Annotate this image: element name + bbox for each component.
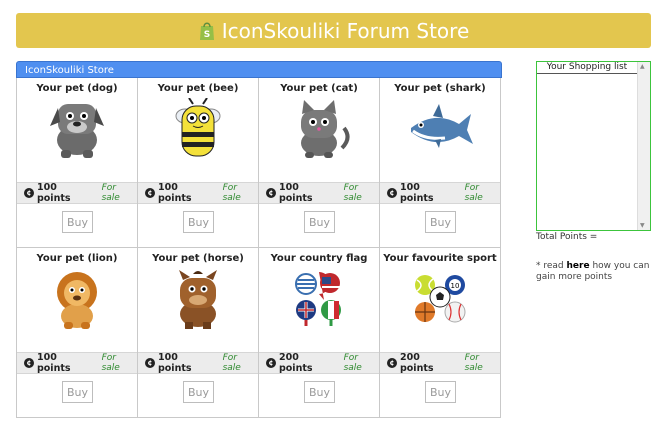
price-points: 100 points bbox=[157, 182, 192, 204]
buy-button[interactable]: Buy bbox=[304, 211, 335, 233]
points-coin-icon: ¢ bbox=[387, 358, 397, 368]
price-points: 100 points bbox=[36, 352, 71, 374]
shopping-list-title: Your Shopping list bbox=[537, 62, 637, 74]
points-coin-icon: ¢ bbox=[24, 358, 34, 368]
price-points: 100 points bbox=[278, 182, 313, 204]
note-here-link[interactable]: here bbox=[567, 261, 590, 271]
sale-status: For sale bbox=[464, 353, 483, 373]
sale-status: For sale bbox=[343, 353, 362, 373]
price-bar: ¢ 100 points For sale bbox=[138, 352, 258, 374]
points-coin-icon: ¢ bbox=[145, 188, 155, 198]
price-bar: ¢ 100 points For sale bbox=[17, 352, 137, 374]
price-bar: ¢ 100 points For sale bbox=[259, 182, 379, 204]
shopify-bag-icon: S bbox=[199, 22, 214, 40]
product-card: Your favourite sport 10 ¢ 200 points For… bbox=[380, 248, 501, 418]
sale-status: For sale bbox=[222, 353, 241, 373]
store-banner: S IconSkouliki Forum Store bbox=[16, 13, 651, 48]
cat-icon bbox=[301, 100, 350, 158]
note-prefix: * read bbox=[536, 261, 564, 271]
price-bar: ¢ 100 points For sale bbox=[380, 182, 500, 204]
flags-icon bbox=[295, 272, 341, 326]
price-bar: ¢ 200 points For sale bbox=[259, 352, 379, 374]
product-card: Your country flag ¢ 200 points For sale … bbox=[259, 248, 380, 418]
product-card: Your pet (shark) ¢ 100 points For sale B… bbox=[380, 78, 501, 248]
price-bar: ¢ 100 points For sale bbox=[17, 182, 137, 204]
product-card: Your pet (cat) ¢ 100 points For sale Buy bbox=[259, 78, 380, 248]
product-grid: Your pet (dog) ¢ 100 points For sale Buy… bbox=[16, 78, 502, 418]
price-points: 100 points bbox=[36, 182, 71, 204]
product-title: Your pet (shark) bbox=[394, 83, 486, 94]
points-coin-icon: ¢ bbox=[145, 358, 155, 368]
buy-button[interactable]: Buy bbox=[425, 381, 456, 403]
price-bar: ¢ 100 points For sale bbox=[138, 182, 258, 204]
sale-status: For sale bbox=[222, 183, 241, 203]
product-card: Your pet (lion) ¢ 100 points For sale Bu… bbox=[17, 248, 138, 418]
product-title: Your pet (horse) bbox=[152, 253, 244, 264]
sports-balls-icon: 10 bbox=[415, 275, 466, 323]
sale-status: For sale bbox=[101, 353, 120, 373]
points-coin-icon: ¢ bbox=[266, 188, 276, 198]
buy-button[interactable]: Buy bbox=[62, 211, 93, 233]
price-points: 100 points bbox=[157, 352, 192, 374]
buy-button[interactable]: Buy bbox=[62, 381, 93, 403]
horse-icon bbox=[179, 270, 217, 329]
price-points: 100 points bbox=[399, 182, 434, 204]
product-title: Your country flag bbox=[270, 253, 368, 264]
price-points: 200 points bbox=[278, 352, 313, 374]
svg-text:10: 10 bbox=[451, 282, 460, 290]
points-coin-icon: ¢ bbox=[266, 358, 276, 368]
total-points-label: Total Points = bbox=[536, 232, 598, 242]
buy-button[interactable]: Buy bbox=[183, 211, 214, 233]
sale-status: For sale bbox=[464, 183, 483, 203]
shark-icon bbox=[411, 104, 473, 148]
bee-icon bbox=[175, 98, 221, 157]
banner-title: IconSkouliki Forum Store bbox=[221, 18, 470, 43]
dog-icon bbox=[50, 104, 104, 158]
product-card: Your pet (bee) ¢ 100 points For sale Buy bbox=[138, 78, 259, 248]
buy-button[interactable]: Buy bbox=[425, 211, 456, 233]
svg-text:S: S bbox=[203, 30, 209, 40]
scroll-up-icon[interactable]: ▲ bbox=[640, 63, 645, 70]
product-title: Your pet (cat) bbox=[280, 83, 358, 94]
points-coin-icon: ¢ bbox=[387, 188, 397, 198]
lion-icon bbox=[57, 272, 97, 329]
sale-status: For sale bbox=[343, 183, 362, 203]
buy-button[interactable]: Buy bbox=[304, 381, 335, 403]
sale-status: For sale bbox=[101, 183, 120, 203]
buy-button[interactable]: Buy bbox=[183, 381, 214, 403]
points-coin-icon: ¢ bbox=[24, 188, 34, 198]
scroll-down-icon[interactable]: ▼ bbox=[640, 222, 645, 229]
points-help-note: * read here how you can gain more points bbox=[536, 261, 656, 283]
store-header: IconSkouliki Store bbox=[16, 61, 502, 78]
price-bar: ¢ 200 points For sale bbox=[380, 352, 500, 374]
product-card: Your pet (horse) ¢ 100 points For sale B… bbox=[138, 248, 259, 418]
product-title: Your pet (dog) bbox=[36, 83, 118, 94]
product-title: Your pet (bee) bbox=[157, 83, 239, 94]
product-title: Your pet (lion) bbox=[36, 253, 118, 264]
store-panel: IconSkouliki Store Your pet (dog) ¢ 100 … bbox=[16, 61, 502, 431]
shopping-list-box[interactable]: Your Shopping list ▲ ▼ bbox=[536, 61, 651, 231]
shopping-list-scrollbar[interactable]: ▲ ▼ bbox=[637, 62, 650, 230]
price-points: 200 points bbox=[399, 352, 434, 374]
product-title: Your favourite sport bbox=[383, 253, 497, 264]
product-card: Your pet (dog) ¢ 100 points For sale Buy bbox=[17, 78, 138, 248]
